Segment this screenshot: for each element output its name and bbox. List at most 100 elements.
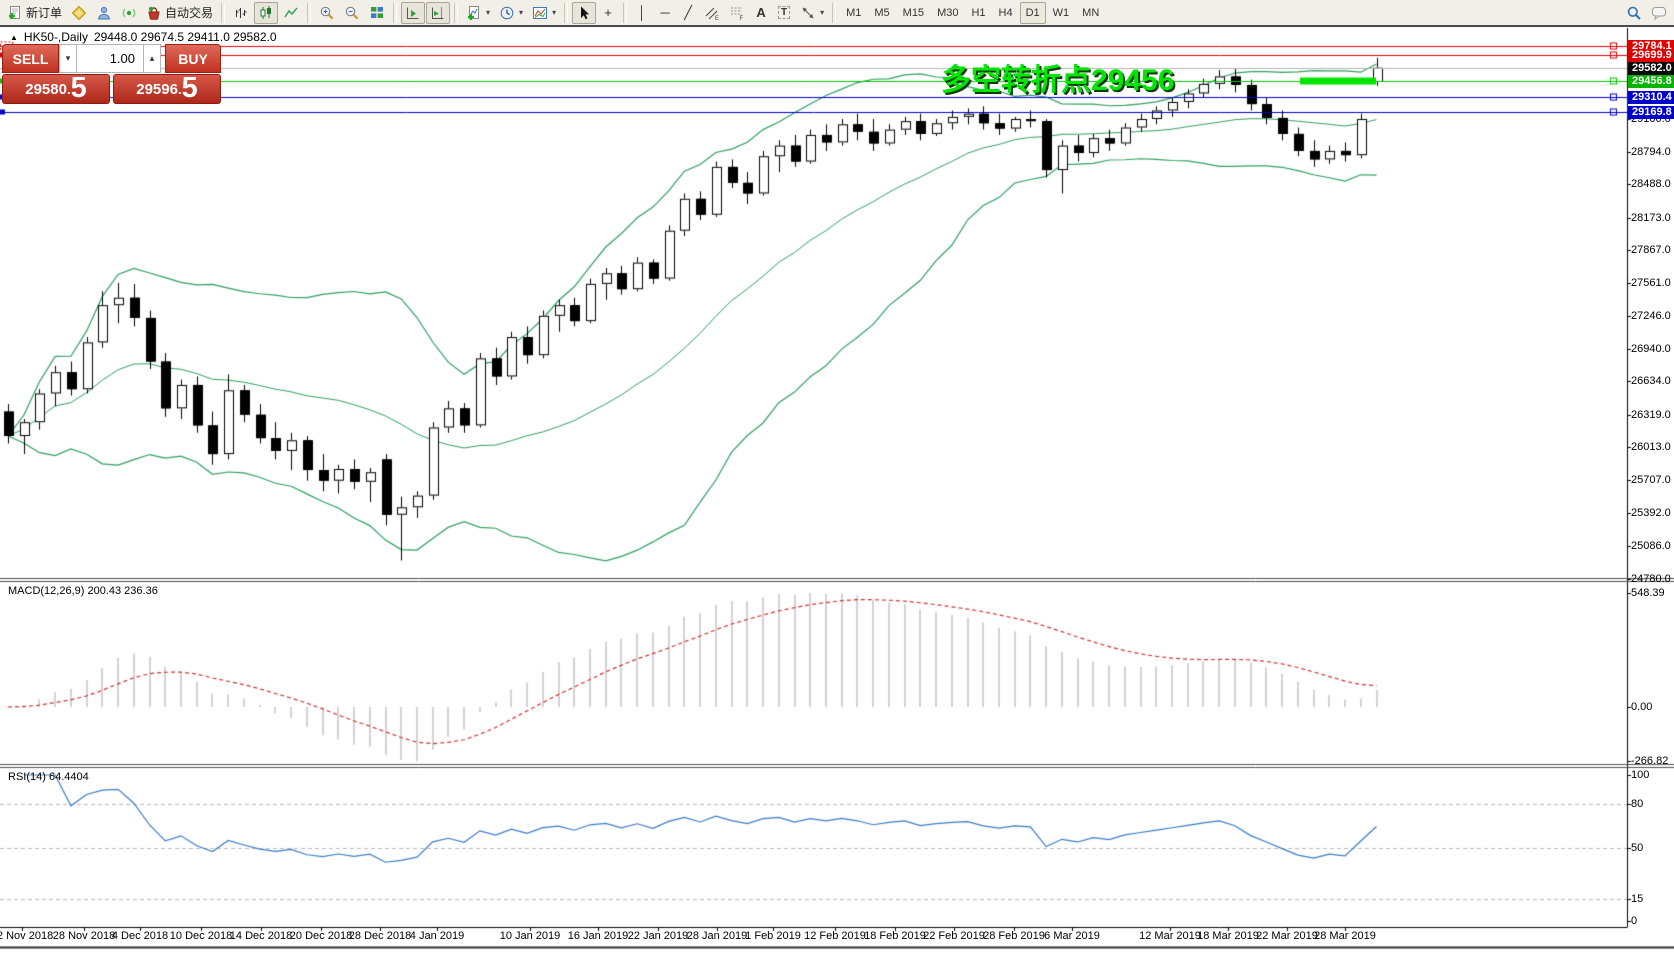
search-icon: [1626, 5, 1642, 21]
autotrading-button[interactable]: 自动交易: [142, 2, 217, 24]
cursor-icon: [576, 5, 592, 21]
arrows-icon: [800, 5, 816, 21]
timeframe-h1[interactable]: H1: [965, 2, 991, 24]
date-axis-label: 28 Dec 2018: [349, 930, 411, 942]
horizontal-line-button[interactable]: ─: [654, 2, 676, 24]
date-axis-label: 20 Dec 2018: [290, 930, 352, 942]
bar-chart-button[interactable]: [229, 2, 253, 24]
price-axis-label: 25086.0: [1631, 540, 1671, 552]
date-axis-label: 10 Dec 2018: [170, 930, 232, 942]
tile-windows-icon: [369, 5, 385, 21]
price-axis-label: 28173.0: [1631, 212, 1671, 224]
timeframe-m5[interactable]: M5: [868, 2, 895, 24]
date-axis-label: 1 Feb 2019: [745, 930, 801, 942]
timeframe-h4[interactable]: H4: [993, 2, 1019, 24]
price-axis-label: 26319.0: [1631, 409, 1671, 421]
line-chart-icon: [283, 5, 299, 21]
one-click-trading-panel: SELL ▾ 1.00 ▴ BUY 29580.5 29596.5: [2, 44, 221, 104]
volume-increase-button[interactable]: ▴: [143, 44, 161, 73]
candlestick-chart-icon: [258, 5, 274, 21]
date-axis-label: 22 Nov 2018: [0, 930, 53, 942]
clock-icon: [499, 5, 515, 21]
new-chart-button[interactable]: ▾: [462, 2, 494, 24]
chevron-down-icon[interactable]: ▾: [552, 8, 556, 17]
line-chart-button[interactable]: [279, 2, 303, 24]
crosshair-button[interactable]: +: [597, 2, 619, 24]
periods-button[interactable]: ▾: [495, 2, 527, 24]
date-axis-label: 28 Mar 2019: [1314, 930, 1376, 942]
toolbar-separator: [832, 3, 836, 23]
sell-price[interactable]: 29580.5: [2, 74, 110, 104]
timeframe-m15[interactable]: M15: [897, 2, 930, 24]
date-axis-label: 4 Dec 2018: [112, 930, 168, 942]
price-chart-canvas[interactable]: [0, 0, 1674, 953]
signal-icon: [121, 5, 137, 21]
crosshair-icon: +: [604, 5, 612, 20]
text-button[interactable]: A: [750, 2, 772, 24]
templates-button[interactable]: ▾: [528, 2, 560, 24]
chart-symbol-period: HK50-,Daily: [24, 30, 88, 44]
vertical-line-button[interactable]: │: [631, 2, 653, 24]
rsi-axis-label: 15: [1631, 893, 1643, 905]
tile-windows-button[interactable]: [365, 2, 389, 24]
zoom-in-icon: [319, 5, 335, 21]
fibonacci-icon: F: [729, 5, 745, 21]
sell-price-point: 5: [71, 75, 87, 102]
zoom-out-button[interactable]: [340, 2, 364, 24]
macd-axis-label: 0.00: [1631, 701, 1652, 713]
chevron-down-icon[interactable]: ▾: [820, 8, 824, 17]
date-axis-label: 12 Feb 2019: [804, 930, 866, 942]
rsi-axis-label: 100: [1631, 769, 1649, 781]
metaeditor-button[interactable]: [67, 2, 91, 24]
auto-scroll-button[interactable]: [401, 2, 425, 24]
rsi-axis-label: 80: [1631, 798, 1643, 810]
zoom-in-button[interactable]: [315, 2, 339, 24]
candlestick-chart-button[interactable]: [254, 2, 278, 24]
collapse-arrow-icon[interactable]: ▲: [10, 33, 18, 42]
community-button[interactable]: [92, 2, 116, 24]
price-axis-label: 24780.0: [1631, 573, 1671, 585]
date-axis-label: 18 Feb 2019: [864, 930, 926, 942]
chevron-down-icon[interactable]: ▾: [486, 8, 490, 17]
volume-decrease-button[interactable]: ▾: [59, 44, 77, 73]
timeframe-d1[interactable]: D1: [1020, 2, 1046, 24]
one-click-price-row: 29580.5 29596.5: [2, 74, 221, 104]
price-axis-label: 28794.0: [1631, 146, 1671, 158]
timeframe-mn[interactable]: MN: [1076, 2, 1105, 24]
volume-input[interactable]: 1.00: [77, 44, 143, 73]
signals-button[interactable]: [117, 2, 141, 24]
text-label-button[interactable]: T: [773, 2, 795, 24]
sell-button[interactable]: SELL: [2, 44, 59, 73]
trendline-button[interactable]: ╱: [677, 2, 699, 24]
one-click-order-row: SELL ▾ 1.00 ▴ BUY: [2, 44, 221, 73]
arrows-button[interactable]: ▾: [796, 2, 828, 24]
price-axis-label: 27867.0: [1631, 244, 1671, 256]
autotrading-icon: [146, 5, 162, 21]
new-order-button[interactable]: 新订单: [3, 2, 66, 24]
zoom-out-icon: [344, 5, 360, 21]
timeframe-m30[interactable]: M30: [931, 2, 964, 24]
buy-button[interactable]: BUY: [165, 44, 221, 73]
chart-shift-button[interactable]: [426, 2, 450, 24]
fibonacci-button[interactable]: F: [725, 2, 749, 24]
search-button[interactable]: [1622, 2, 1646, 24]
toolbar: 新订单 自动交易: [0, 0, 1674, 27]
chat-button[interactable]: [1647, 2, 1671, 24]
rsi-axis-label: 0: [1631, 915, 1637, 927]
svg-text:F: F: [740, 16, 744, 21]
channel-icon: E: [704, 5, 720, 21]
channel-button[interactable]: E: [700, 2, 724, 24]
spinner-down-icon: ▾: [66, 53, 71, 64]
timeframe-m1[interactable]: M1: [840, 2, 867, 24]
price-axis-label: 25392.0: [1631, 507, 1671, 519]
chart-ohlc-values: 29448.0 29674.5 29411.0 29582.0: [94, 30, 277, 44]
date-axis-label: 10 Jan 2019: [500, 930, 561, 942]
timeframe-w1[interactable]: W1: [1047, 2, 1076, 24]
date-axis-label: 22 Feb 2019: [923, 930, 985, 942]
price-tag: 29699.9: [1628, 49, 1674, 62]
cursor-button[interactable]: [572, 2, 596, 24]
date-axis-label: 22 Mar 2019: [1256, 930, 1318, 942]
date-axis-label: 16 Jan 2019: [568, 930, 629, 942]
chevron-down-icon[interactable]: ▾: [519, 8, 523, 17]
buy-price[interactable]: 29596.5: [113, 74, 221, 104]
